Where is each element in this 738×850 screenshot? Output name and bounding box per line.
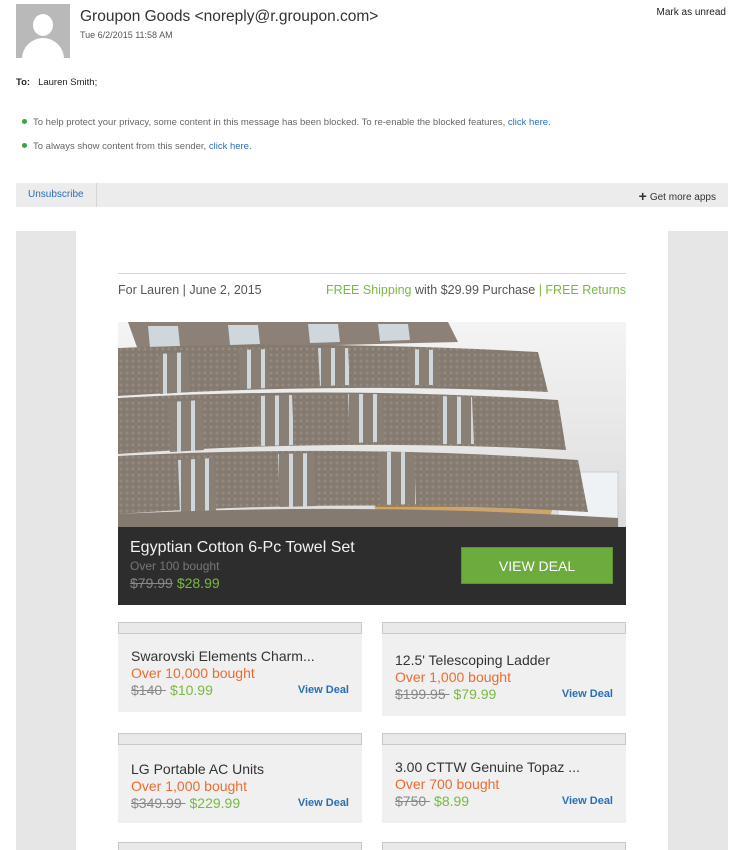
deal-title[interactable]: LG Portable AC Units	[131, 761, 264, 777]
mark-as-unread-button[interactable]: Mark as unread	[657, 7, 726, 18]
free-shipping-link[interactable]: FREE Shipping	[326, 283, 411, 297]
deal-card[interactable]: 12.5' Telescoping Ladder Over 1,000 boug…	[382, 622, 626, 716]
featured-deal-bar: Egyptian Cotton 6-Pc Towel Set Over 100 …	[118, 527, 626, 605]
get-more-apps-button[interactable]: + Get more apps	[639, 183, 716, 207]
privacy-notice: To help protect your privacy, some conte…	[22, 117, 551, 128]
deal-price: $229.99	[189, 795, 241, 811]
recipient-line: To: Lauren Smith;	[16, 77, 97, 88]
deal-prices: $349.99 $229.99	[131, 795, 240, 811]
deal-price: $28.99	[176, 575, 220, 591]
greeting-date: For Lauren | June 2, 2015	[118, 283, 262, 297]
deal-bought-count: Over 700 bought	[395, 776, 500, 792]
deal-card[interactable]: LG Portable AC Units Over 1,000 bought $…	[118, 733, 362, 823]
deal-prices: $140 $10.99	[131, 682, 213, 698]
bullet-icon	[22, 118, 27, 124]
privacy-click-here-link[interactable]: click here.	[508, 117, 551, 128]
featured-deal-bought: Over 100 bought	[130, 559, 220, 573]
original-price: $750	[395, 793, 431, 809]
card-image-placeholder	[382, 622, 626, 634]
sender-name: Groupon Goods <noreply@r.groupon.com>	[80, 8, 379, 25]
deal-price: $8.99	[434, 793, 470, 809]
divider	[118, 273, 626, 274]
get-more-apps-label: Get more apps	[649, 192, 716, 203]
unsubscribe-button[interactable]: Unsubscribe	[16, 183, 97, 207]
original-price: $140	[131, 682, 167, 698]
shipping-condition: with $29.99 Purchase	[411, 283, 539, 297]
deal-bought-count: Over 1,000 bought	[131, 778, 247, 794]
message-toolbar: Unsubscribe + Get more apps	[16, 183, 728, 207]
card-image-placeholder	[118, 733, 362, 745]
shipping-banner[interactable]: FREE Shipping with $29.99 Purchase | FRE…	[326, 283, 626, 297]
view-deal-link[interactable]: View Deal	[298, 684, 349, 696]
deal-prices: $750 $8.99	[395, 793, 469, 809]
view-deal-link[interactable]: View Deal	[562, 688, 613, 700]
original-price: $349.99	[131, 795, 186, 811]
card-image-placeholder	[118, 622, 362, 634]
sender-notice: To always show content from this sender,…	[22, 141, 252, 152]
original-price: $199.95	[395, 686, 450, 702]
featured-deal-image[interactable]	[118, 322, 626, 527]
original-price: $79.99	[130, 575, 173, 591]
deal-title[interactable]: Swarovski Elements Charm...	[131, 648, 315, 664]
avatar-body	[22, 38, 64, 58]
plus-icon: +	[638, 188, 647, 204]
deal-prices: $199.95 $79.99	[395, 686, 496, 702]
recipient-name: Lauren Smith;	[38, 77, 98, 88]
featured-deal-prices: $79.99 $28.99	[130, 575, 220, 591]
privacy-notice-text: To help protect your privacy, some conte…	[33, 117, 508, 128]
sender-avatar	[16, 4, 70, 58]
view-deal-link[interactable]: View Deal	[298, 797, 349, 809]
deal-bought-count: Over 1,000 bought	[395, 669, 511, 685]
featured-deal-title[interactable]: Egyptian Cotton 6-Pc Towel Set	[130, 539, 355, 557]
sender-notice-text: To always show content from this sender,	[33, 141, 209, 152]
message-date: Tue 6/2/2015 11:58 AM	[80, 30, 173, 40]
deal-price: $79.99	[453, 686, 497, 702]
free-returns-link[interactable]: FREE Returns	[542, 283, 626, 297]
deal-bought-count: Over 10,000 bought	[131, 665, 255, 681]
deal-card[interactable]: Swarovski Elements Charm... Over 10,000 …	[118, 622, 362, 712]
sender-click-here-link[interactable]: click here.	[209, 141, 252, 152]
deal-card-top	[382, 842, 626, 850]
view-deal-link[interactable]: View Deal	[562, 795, 613, 807]
deal-title[interactable]: 3.00 CTTW Genuine Topaz ...	[395, 759, 580, 775]
deal-card[interactable]: 3.00 CTTW Genuine Topaz ... Over 700 bou…	[382, 733, 626, 823]
card-image-placeholder	[382, 733, 626, 745]
bullet-icon	[22, 142, 27, 148]
to-label: To:	[16, 77, 31, 88]
deal-card-top	[118, 842, 362, 850]
deal-title[interactable]: 12.5' Telescoping Ladder	[395, 652, 550, 668]
view-deal-button[interactable]: VIEW DEAL	[461, 547, 613, 584]
avatar-head	[33, 14, 53, 36]
deal-price: $10.99	[170, 682, 213, 698]
towel-stack-image	[118, 322, 626, 527]
